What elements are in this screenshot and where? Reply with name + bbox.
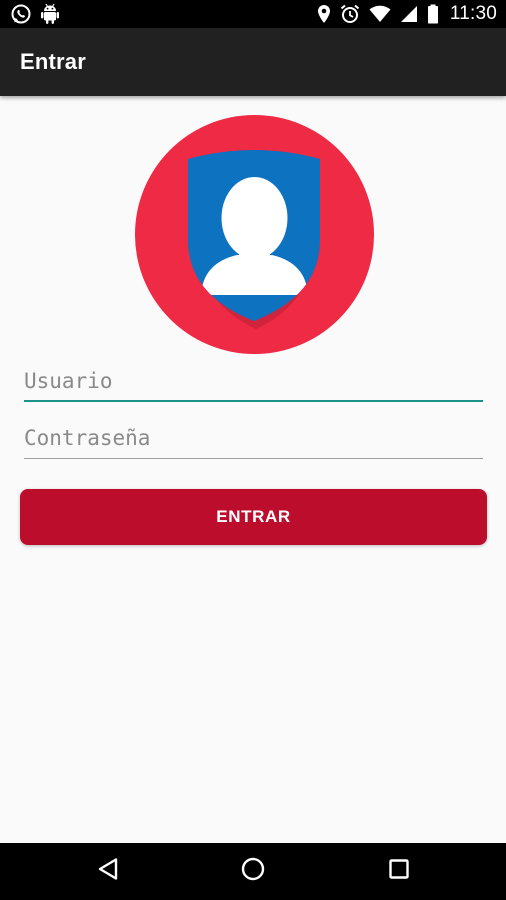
alarm-icon — [340, 4, 360, 24]
password-input[interactable] — [24, 411, 483, 459]
wifi-icon — [369, 5, 391, 23]
username-input[interactable] — [24, 354, 483, 402]
home-button[interactable] — [213, 843, 293, 900]
battery-icon — [427, 4, 439, 24]
username-field[interactable] — [24, 354, 483, 402]
enter-button[interactable]: ENTRAR — [20, 489, 487, 545]
home-icon — [240, 856, 266, 887]
user-shield-icon — [135, 115, 374, 354]
android-icon — [40, 3, 60, 25]
login-form: ENTRAR — [0, 96, 506, 843]
password-underline — [24, 458, 483, 459]
app-bar: Entrar — [0, 28, 506, 96]
location-icon — [317, 4, 331, 24]
username-underline — [24, 400, 483, 402]
password-field[interactable] — [24, 411, 483, 459]
status-left — [10, 3, 60, 25]
signal-icon — [400, 5, 418, 23]
whatsapp-icon — [10, 3, 32, 25]
status-time: 11:30 — [449, 3, 497, 24]
recents-icon — [388, 858, 410, 885]
back-icon — [97, 857, 119, 886]
back-button[interactable] — [68, 843, 148, 900]
status-bar: 11:30 — [0, 0, 506, 28]
status-right: 11:30 — [317, 3, 497, 25]
navigation-bar — [0, 843, 506, 900]
recents-button[interactable] — [359, 843, 439, 900]
page-title: Entrar — [20, 49, 86, 74]
